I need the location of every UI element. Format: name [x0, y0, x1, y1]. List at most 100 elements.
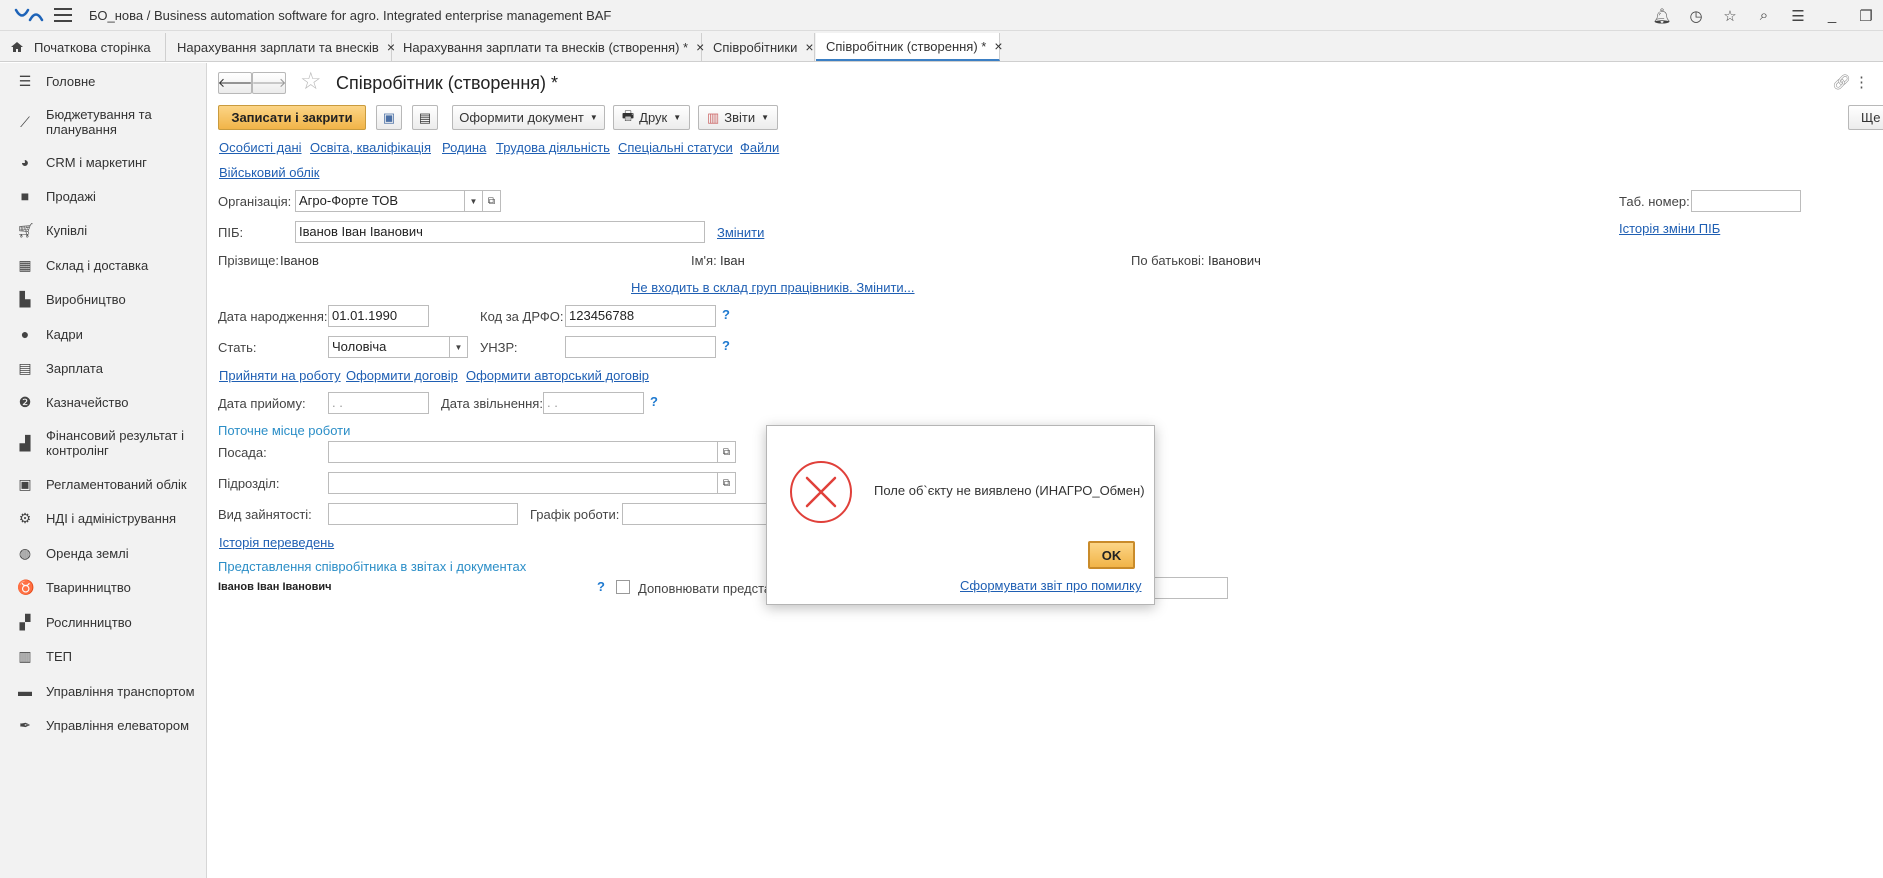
position-field[interactable] — [328, 441, 718, 463]
close-icon[interactable]: × — [994, 38, 1002, 54]
employee-groups-link[interactable]: Не входить в склад груп працівників. Змі… — [631, 280, 915, 295]
sidebar-item-tep[interactable]: ▥ ТЕП — [0, 647, 207, 665]
hire-date-field[interactable]: . . — [328, 392, 429, 414]
gender-select[interactable]: Чоловіча — [328, 336, 450, 358]
sidebar-item-production[interactable]: ▙ Виробництво — [0, 290, 207, 308]
sidebar-item-elevator[interactable]: ✒ Управління елеватором — [0, 716, 207, 734]
sidebar-item-regulated[interactable]: ▣ Регламентований облік — [0, 475, 207, 493]
sidebar-item-hr[interactable]: ● Кадри — [0, 325, 207, 343]
link-employment[interactable]: Трудова діяльність — [496, 140, 610, 155]
help-icon[interactable]: ? — [722, 307, 730, 322]
author-contract-link[interactable]: Оформити авторський договір — [466, 368, 649, 383]
history-icon[interactable]: ◷ — [1679, 7, 1713, 25]
app-logo-icon[interactable] — [14, 7, 44, 23]
more-button[interactable]: Ще — [1848, 105, 1883, 130]
tab-label: Нарахування зарплати та внесків — [177, 39, 379, 55]
hire-link[interactable]: Прийняти на роботу — [219, 368, 341, 383]
link-icon[interactable]: 🔗︎ — [1832, 73, 1851, 91]
position-open-button[interactable]: ⧉ — [717, 441, 736, 463]
help-icon[interactable]: ? — [650, 394, 658, 409]
employment-type-field[interactable] — [328, 503, 518, 525]
reports-label: Звіти — [724, 110, 756, 125]
help-icon[interactable]: ? — [722, 338, 730, 353]
sidebar-item-crm[interactable]: ◕ CRM і маркетинг — [0, 153, 207, 171]
dropdown-arrow-icon: ▼ — [589, 113, 598, 122]
truck-icon: ▬ — [18, 683, 32, 699]
link-family[interactable]: Родина — [442, 140, 486, 155]
sidebar-item-sales[interactable]: ■ Продажі — [0, 187, 207, 205]
first-name-label: Ім'я: — [691, 253, 717, 268]
dismiss-date-field[interactable]: . . — [543, 392, 644, 414]
more-vert-icon[interactable]: ⋮ — [1854, 73, 1869, 91]
link-files[interactable]: Файли — [740, 140, 779, 155]
document-icon: ▣ — [18, 476, 32, 492]
hire-date-label: Дата прийому: — [218, 396, 306, 411]
search-icon[interactable]: ⌕ — [1747, 7, 1781, 24]
error-report-link[interactable]: Сформувати звіт про помилку — [960, 578, 1141, 593]
unzr-field[interactable] — [565, 336, 716, 358]
change-name-link[interactable]: Змінити — [717, 225, 764, 240]
tab-payroll[interactable]: Нарахування зарплати та внесків × — [167, 33, 395, 61]
schedule-field[interactable] — [622, 503, 772, 525]
organization-open-button[interactable]: ⧉ — [482, 190, 501, 212]
link-education[interactable]: Освіта, кваліфікація — [310, 140, 431, 155]
tax-code-field[interactable]: 123456788 — [565, 305, 716, 327]
full-name-field[interactable]: Іванов Іван Іванович — [295, 221, 705, 243]
sidebar-item-admin[interactable]: ⚙ НДІ і адміністрування — [0, 509, 207, 527]
main-menu-icon[interactable] — [54, 8, 72, 22]
supplement-checkbox[interactable] — [616, 580, 630, 594]
tab-employee-create[interactable]: Співробітник (створення) * × — [816, 33, 1003, 61]
sidebar-item-main[interactable]: ☰ Головне — [0, 72, 207, 90]
sidebar-item-treasury[interactable]: ❷ Казначейство — [0, 393, 207, 411]
ok-button[interactable]: OK — [1088, 541, 1135, 569]
save-button[interactable]: ▣ — [376, 105, 402, 130]
print-button[interactable]: 🖶 Друк ▼ — [613, 105, 690, 130]
link-military[interactable]: Військовий облік — [219, 165, 319, 180]
tab-home[interactable]: Початкова сторінка — [0, 33, 166, 61]
restore-icon[interactable]: ❐ — [1849, 7, 1883, 25]
create-document-button[interactable]: Оформити документ ▼ — [452, 105, 605, 130]
transfer-history-link[interactable]: Історія переведень — [219, 535, 334, 550]
tab-payroll-create[interactable]: Нарахування зарплати та внесків (створен… — [393, 33, 704, 61]
person-icon: ● — [20, 326, 30, 342]
close-icon[interactable]: × — [805, 39, 813, 55]
department-open-button[interactable]: ⧉ — [717, 472, 736, 494]
birth-date-field[interactable]: 01.01.1990 — [328, 305, 429, 327]
organization-dropdown[interactable]: ▼ — [464, 190, 483, 212]
department-field[interactable] — [328, 472, 718, 494]
list-button[interactable]: ▤ — [412, 105, 438, 130]
sidebar-item-purchases[interactable]: 🛒︎ Купівлі — [0, 221, 207, 239]
sidebar-item-crops[interactable]: ▞ Рослинництво — [0, 613, 207, 631]
create-document-label: Оформити документ — [459, 110, 584, 125]
help-icon[interactable]: ? — [597, 579, 605, 594]
supplement-field[interactable] — [1148, 577, 1228, 599]
tab-number-label: Таб. номер: — [1619, 194, 1690, 209]
sidebar-item-finance[interactable]: ▟ Фінансовий результат і контролінг — [0, 427, 207, 459]
tab-employees[interactable]: Співробітники × — [703, 33, 815, 61]
bell-icon[interactable]: 🔔︎ — [1645, 7, 1679, 25]
gender-dropdown[interactable]: ▼ — [449, 336, 468, 358]
back-button[interactable]: 🡐 — [218, 72, 252, 94]
page-title: Співробітник (створення) * — [336, 73, 559, 93]
name-history-link[interactable]: Історія зміни ПІБ — [1619, 221, 1720, 236]
tab-number-field[interactable] — [1691, 190, 1801, 212]
star-icon[interactable]: ☆ — [1713, 7, 1747, 25]
sidebar-item-livestock[interactable]: ♉ Тваринництво — [0, 578, 207, 596]
surname-label: Прізвище: — [218, 253, 279, 268]
organization-field[interactable]: Агро-Форте ТОВ — [295, 190, 465, 212]
link-special-statuses[interactable]: Спеціальні статуси — [618, 140, 733, 155]
settings-icon[interactable]: ☰ — [1781, 7, 1815, 25]
sidebar-item-transport[interactable]: ▬ Управління транспортом — [0, 682, 207, 700]
forward-button[interactable]: 🡒 — [252, 72, 286, 94]
sidebar-item-salary[interactable]: ▤ Зарплата — [0, 359, 207, 377]
minimize-icon[interactable]: _ — [1815, 7, 1849, 24]
favorite-star-icon[interactable]: ☆ — [300, 70, 322, 94]
save-close-button[interactable]: Записати і закрити — [218, 105, 366, 130]
contract-link[interactable]: Оформити договір — [346, 368, 458, 383]
patronymic-label: По батькові: — [1131, 253, 1205, 268]
sidebar-item-budgeting[interactable]: ⟋ Бюджетування та планування — [0, 106, 207, 138]
reports-button[interactable]: ▥ Звіти ▼ — [698, 105, 778, 130]
sidebar-item-land[interactable]: ◍ Оренда землі — [0, 544, 207, 562]
sidebar-item-warehouse[interactable]: ▦ Склад і доставка — [0, 256, 207, 274]
link-personal-data[interactable]: Особисті дані — [219, 140, 302, 155]
